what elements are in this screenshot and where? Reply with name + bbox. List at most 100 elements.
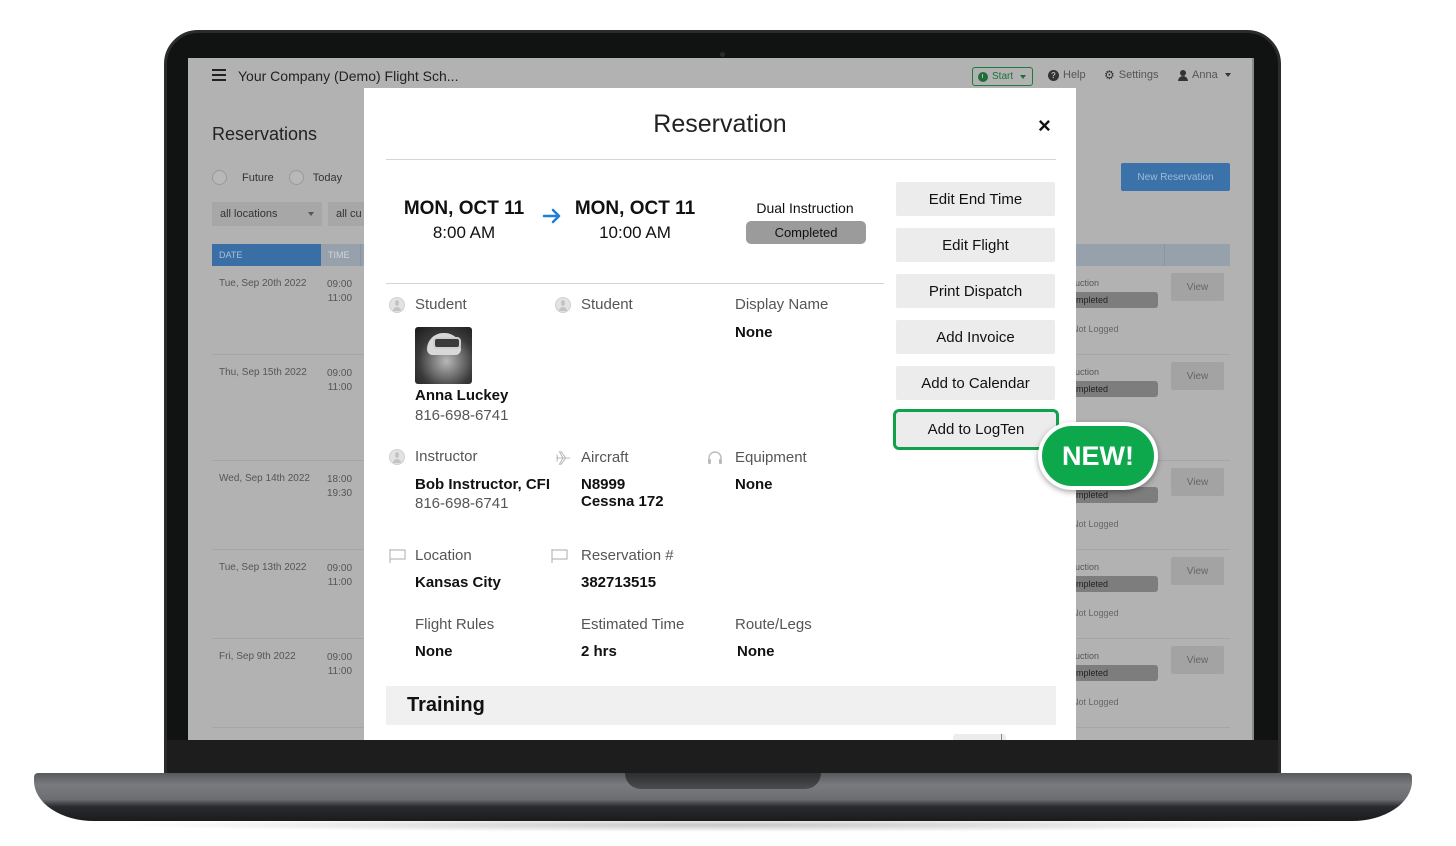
display-name-label: Display Name <box>735 296 829 313</box>
column-header-date[interactable]: DATE <box>212 244 321 266</box>
training-action-button[interactable] <box>953 734 1006 740</box>
gear-icon: ⚙ <box>1104 67 1115 82</box>
estimated-time-value: 2 hrs <box>581 643 617 660</box>
location-value: Kansas City <box>415 574 501 591</box>
row-logged: Not Logged <box>1072 697 1119 707</box>
help-link[interactable]: ? Help <box>1048 69 1086 81</box>
row-date: Tue, Sep 20th 2022 <box>219 278 307 289</box>
view-button[interactable]: View <box>1171 646 1224 674</box>
radio-label-future: Future <box>242 171 274 184</box>
student-field: Student <box>415 296 467 313</box>
modal-title: Reservation <box>653 110 787 138</box>
status-badge: Completed <box>746 221 866 244</box>
start-label: Start <box>992 71 1014 82</box>
app-title[interactable]: Your Company (Demo) Flight Sch... <box>238 68 458 84</box>
scrollbar[interactable] <box>1252 58 1254 740</box>
view-button[interactable]: View <box>1171 468 1224 496</box>
print-dispatch-button[interactable]: Print Dispatch <box>896 274 1055 308</box>
end-date: MON, OCT 11 <box>574 198 696 219</box>
row-logged: Not Logged <box>1072 519 1119 529</box>
new-badge: NEW! <box>1038 422 1158 490</box>
row-date: Fri, Sep 9th 2022 <box>219 651 296 662</box>
row-date: Tue, Sep 13th 2022 <box>219 562 307 573</box>
location-field: Location Kansas City <box>415 547 501 591</box>
row-time: 09:00 11:00 <box>327 279 353 304</box>
aircraft-tail[interactable]: N8999 <box>581 476 664 493</box>
person-icon <box>389 297 405 313</box>
instructor-field: Instructor Bob Instructor, CFI 816-698-6… <box>415 448 550 512</box>
route-legs-field: Route/Legs None <box>735 616 812 660</box>
divider <box>386 283 884 284</box>
help-icon: ? <box>1048 69 1059 81</box>
student2-label: Student <box>581 296 633 313</box>
new-reservation-button[interactable]: New Reservation <box>1121 163 1230 191</box>
hamburger-menu-icon[interactable] <box>212 69 226 81</box>
estimated-time-field: Estimated Time 2 hrs <box>581 616 684 660</box>
estimated-time-label: Estimated Time <box>581 616 685 633</box>
start-button[interactable]: Start <box>972 67 1033 86</box>
equipment-label: Equipment <box>735 449 807 466</box>
aircraft-label: Aircraft <box>581 449 629 466</box>
row-status: mpleted <box>1072 381 1158 397</box>
column-divider <box>1164 244 1165 266</box>
reservation-number-label: Reservation # <box>581 547 674 564</box>
route-legs-value: None <box>737 643 775 660</box>
user-icon <box>1178 69 1188 81</box>
radio-today[interactable] <box>288 170 304 185</box>
instructor-name[interactable]: Bob Instructor, CFI <box>415 476 550 493</box>
row-status: mpleted <box>1072 576 1158 592</box>
row-logged: Not Logged <box>1072 324 1119 334</box>
add-to-calendar-button[interactable]: Add to Calendar <box>896 366 1055 400</box>
route-legs-label: Route/Legs <box>735 616 812 633</box>
laptop-notch <box>625 773 821 789</box>
row-time: 09:00 11:00 <box>327 368 353 393</box>
display-name-field: Display Name None <box>735 296 828 341</box>
column-header-time[interactable]: TIME <box>321 244 361 266</box>
row-status: mpleted <box>1072 292 1158 308</box>
row-time: 09:00 11:00 <box>327 652 353 677</box>
flight-rules-label: Flight Rules <box>415 616 495 633</box>
start-datetime: MON, OCT 11 8:00 AM <box>400 198 528 243</box>
student-name[interactable]: Anna Luckey <box>415 387 508 404</box>
radio-label-today: Today <box>312 171 343 184</box>
flag-icon <box>551 549 568 563</box>
row-type: ruction <box>1072 367 1100 377</box>
user-menu[interactable]: Anna <box>1178 69 1231 81</box>
view-button[interactable]: View <box>1171 557 1224 585</box>
equipment-field: Equipment None <box>735 449 807 493</box>
person-icon <box>555 297 571 313</box>
customer-select-value: all cu <box>336 208 362 220</box>
chevron-down-icon <box>308 212 314 216</box>
view-button[interactable]: View <box>1171 362 1224 390</box>
close-icon[interactable]: × <box>1038 115 1051 137</box>
airplane-icon <box>555 451 571 465</box>
location-select[interactable]: all locations <box>212 202 322 226</box>
location-label: Location <box>415 547 472 564</box>
clock-icon <box>978 71 988 82</box>
student-label: Student <box>415 296 467 313</box>
row-logged: Not Logged <box>1072 608 1119 618</box>
location-select-value: all locations <box>220 208 278 220</box>
reservation-type: Dual Instruction <box>756 200 854 216</box>
add-invoice-button[interactable]: Add Invoice <box>896 320 1055 354</box>
chevron-down-icon <box>1224 73 1231 77</box>
row-status: mpleted <box>1072 665 1158 681</box>
settings-link[interactable]: ⚙ Settings <box>1104 67 1159 82</box>
edit-end-time-button[interactable]: Edit End Time <box>896 182 1055 216</box>
training-section-header: Training <box>386 686 1056 725</box>
add-to-logten-button[interactable]: Add to LogTen <box>893 409 1059 450</box>
student-info: Anna Luckey 816-698-6741 <box>415 387 508 424</box>
equipment-value: None <box>735 476 773 493</box>
row-date: Thu, Sep 15th 2022 <box>219 367 307 378</box>
radio-future[interactable] <box>212 170 227 185</box>
aircraft-field: Aircraft N8999 Cessna 172 <box>581 449 664 510</box>
display-name-value: None <box>735 324 773 341</box>
view-button[interactable]: View <box>1171 273 1224 301</box>
help-label: Help <box>1063 69 1086 81</box>
divider <box>386 159 1056 160</box>
arrow-right-icon <box>542 208 561 224</box>
person-icon <box>389 449 405 465</box>
instructor-label: Instructor <box>415 448 478 465</box>
edit-flight-button[interactable]: Edit Flight <box>896 228 1055 262</box>
flag-icon <box>389 549 406 563</box>
